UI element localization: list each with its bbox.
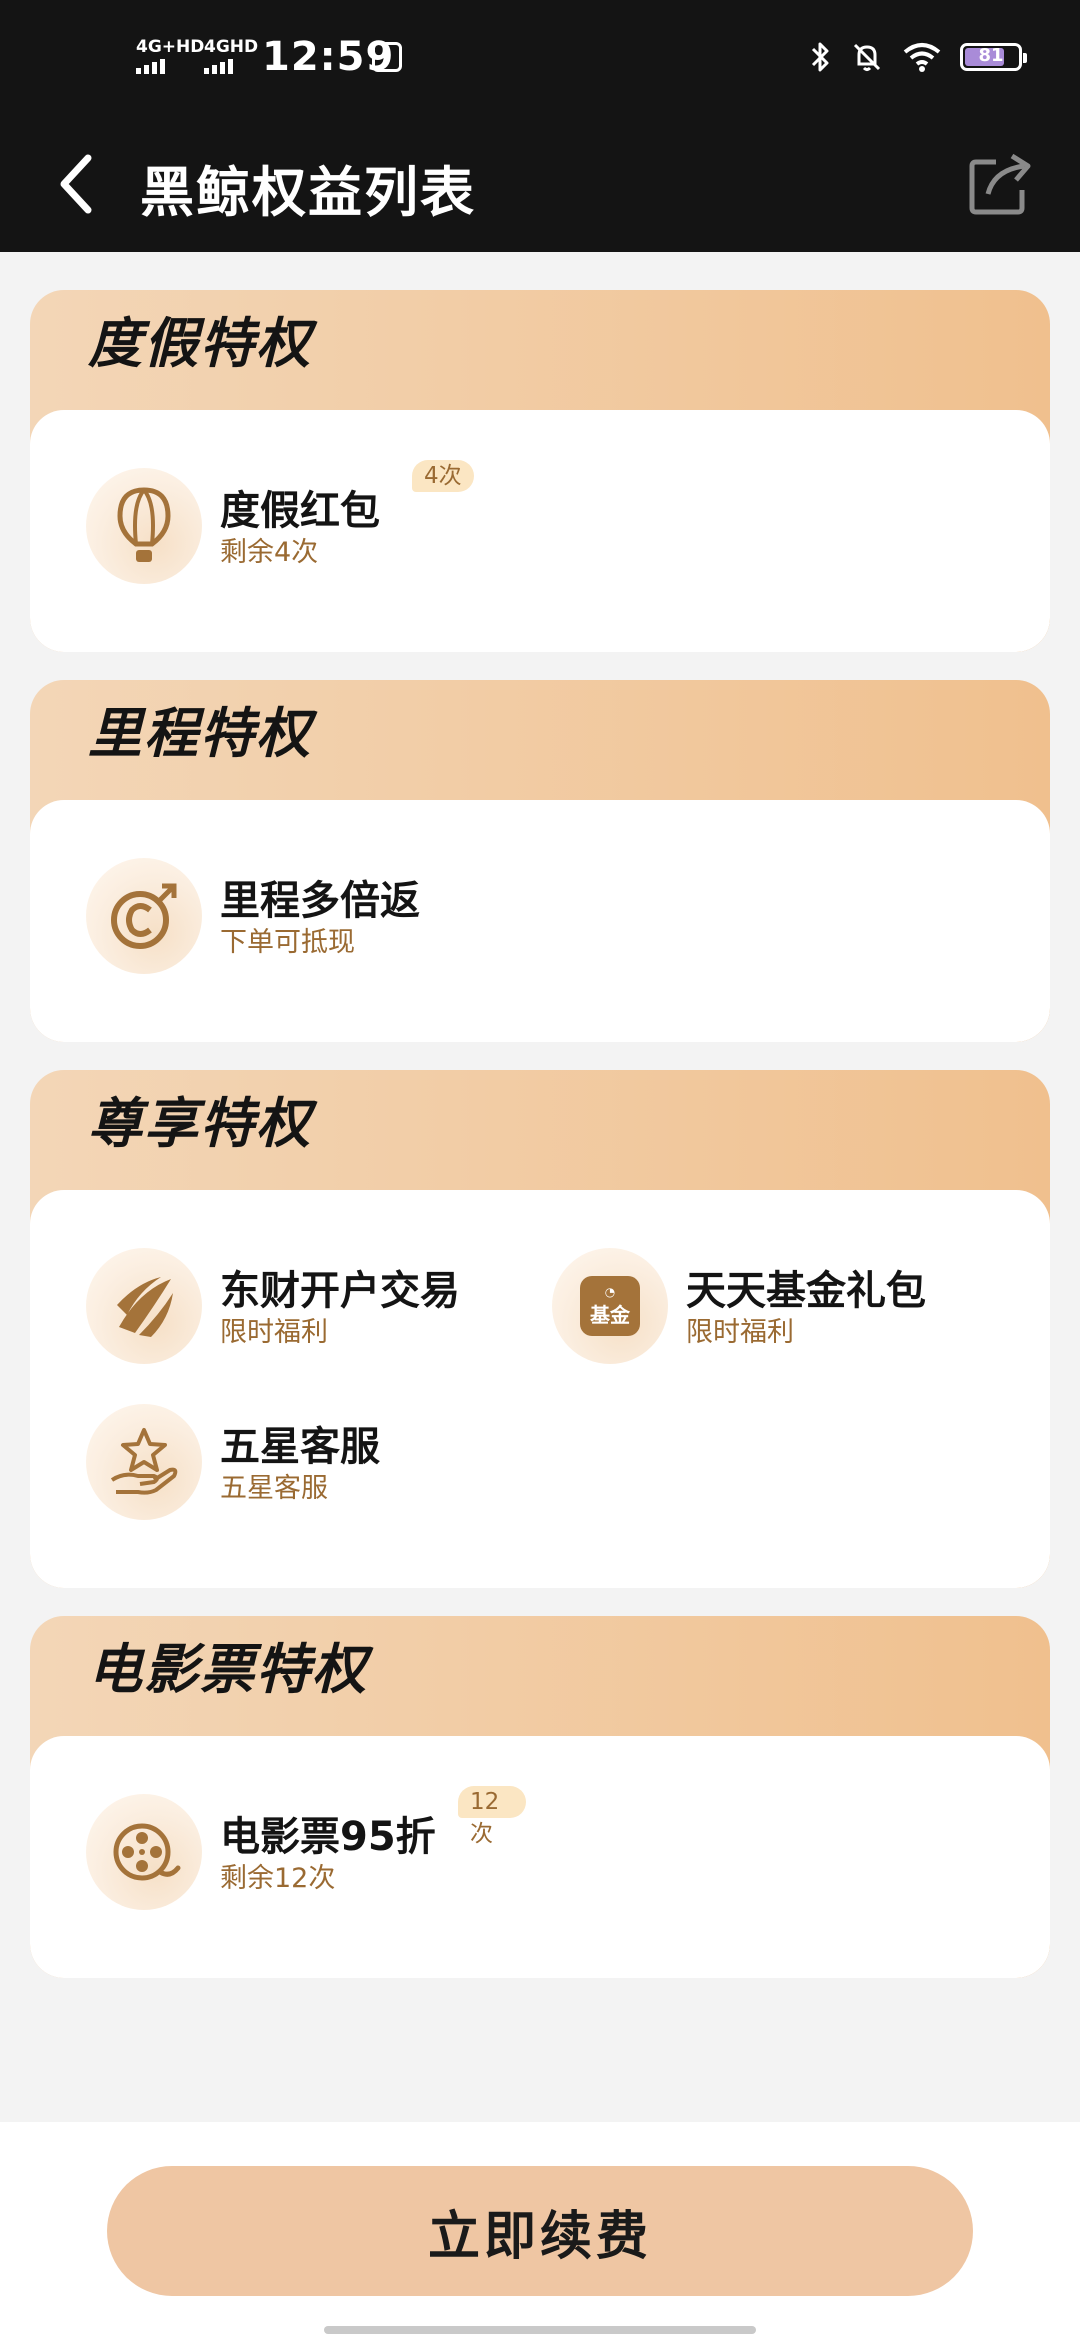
wifi-icon — [903, 43, 941, 72]
page-title: 黑鲸权益列表 — [140, 161, 476, 224]
fund-logo-text: 基金 — [590, 1302, 630, 1327]
share-icon[interactable] — [966, 148, 1036, 218]
count-badge: 4次 — [412, 460, 474, 492]
home-indicator[interactable] — [324, 2326, 756, 2334]
benefit-subtitle: 下单可抵现 — [220, 927, 355, 958]
benefit-movie-discount[interactable]: 电影票95折 12次 剩余12次 — [86, 1786, 526, 1914]
battery-icon: 81 — [960, 43, 1027, 71]
count-badge: 12次 — [458, 1786, 526, 1847]
mute-bell-icon — [853, 43, 881, 71]
benefit-subtitle: 五星客服 — [220, 1473, 328, 1504]
benefit-title: 五星客服 — [220, 1424, 380, 1470]
signal-bars-icon — [204, 58, 258, 74]
section-mileage: 里程特权 里程多倍返 下单可抵现 — [30, 680, 1050, 1042]
section-title: 度假特权 — [88, 312, 312, 375]
benefit-fund-gift[interactable]: ◔ 基金 天天基金礼包 限时福利 — [552, 1248, 992, 1368]
mileage-coin-icon — [86, 858, 202, 974]
network-label-2: 4GHD — [204, 37, 259, 57]
benefit-title: 电影票95折 — [220, 1814, 436, 1860]
renew-button[interactable]: 立即续费 — [107, 2166, 973, 2296]
benefit-title: 东财开户交易 — [220, 1268, 460, 1314]
section-title: 尊享特权 — [88, 1092, 312, 1155]
star-hand-icon — [86, 1404, 202, 1520]
benefit-title: 里程多倍返 — [220, 878, 420, 924]
benefit-subtitle: 限时福利 — [220, 1317, 328, 1348]
bottom-action-bar: 立即续费 — [0, 2122, 1080, 2340]
benefit-subtitle: 剩余4次 — [220, 537, 319, 568]
section-body: 东财开户交易 限时福利 ◔ 基金 天天基金礼包 限时福利 五星客服 五星客服 — [30, 1190, 1050, 1588]
status-bar: 4G+HD 4GHD 12:59 81 — [0, 0, 1080, 118]
status-right-group: 81 — [810, 40, 1027, 74]
nav-bar: 黑鲸权益列表 — [0, 118, 1080, 252]
network-indicator-1: 4G+HD — [136, 38, 204, 74]
hot-air-balloon-icon — [86, 468, 202, 584]
benefit-subtitle: 限时福利 — [686, 1317, 794, 1348]
section-movie: 电影票特权 电影票95折 12次 剩余12次 — [30, 1616, 1050, 1978]
benefit-five-star-service[interactable]: 五星客服 五星客服 — [86, 1404, 506, 1524]
section-vacation: 度假特权 度假红包 4次 剩余4次 — [30, 290, 1050, 652]
benefit-mileage-multiplier[interactable]: 里程多倍返 下单可抵现 — [86, 858, 486, 978]
bluetooth-icon — [811, 42, 829, 72]
network-indicator-2: 4GHD — [204, 38, 258, 74]
back-arrow-icon[interactable] — [50, 146, 110, 222]
benefit-title: 天天基金礼包 — [686, 1268, 926, 1314]
section-body: 电影票95折 12次 剩余12次 — [30, 1736, 1050, 1978]
section-premium: 尊享特权 东财开户交易 限时福利 ◔ 基金 天天基金礼包 限时福利 五星客服 五… — [30, 1070, 1050, 1588]
section-title: 里程特权 — [88, 702, 312, 765]
benefit-vacation-redpacket[interactable]: 度假红包 4次 剩余4次 — [86, 460, 486, 588]
signal-bars-icon — [136, 58, 204, 74]
screenshot-notification-icon — [372, 42, 402, 72]
eastmoney-logo-icon — [86, 1248, 202, 1364]
benefit-subtitle: 剩余12次 — [220, 1863, 336, 1894]
section-body: 度假红包 4次 剩余4次 — [30, 410, 1050, 652]
benefit-eastmoney-account[interactable]: 东财开户交易 限时福利 — [86, 1248, 506, 1368]
film-reel-icon — [86, 1794, 202, 1910]
benefit-title: 度假红包 — [220, 488, 380, 534]
fund-logo-icon: ◔ 基金 — [552, 1248, 668, 1364]
network-label-1: 4G+HD — [136, 37, 205, 57]
battery-level: 81 — [978, 45, 1004, 66]
section-body: 里程多倍返 下单可抵现 — [30, 800, 1050, 1042]
section-title: 电影票特权 — [88, 1638, 368, 1701]
